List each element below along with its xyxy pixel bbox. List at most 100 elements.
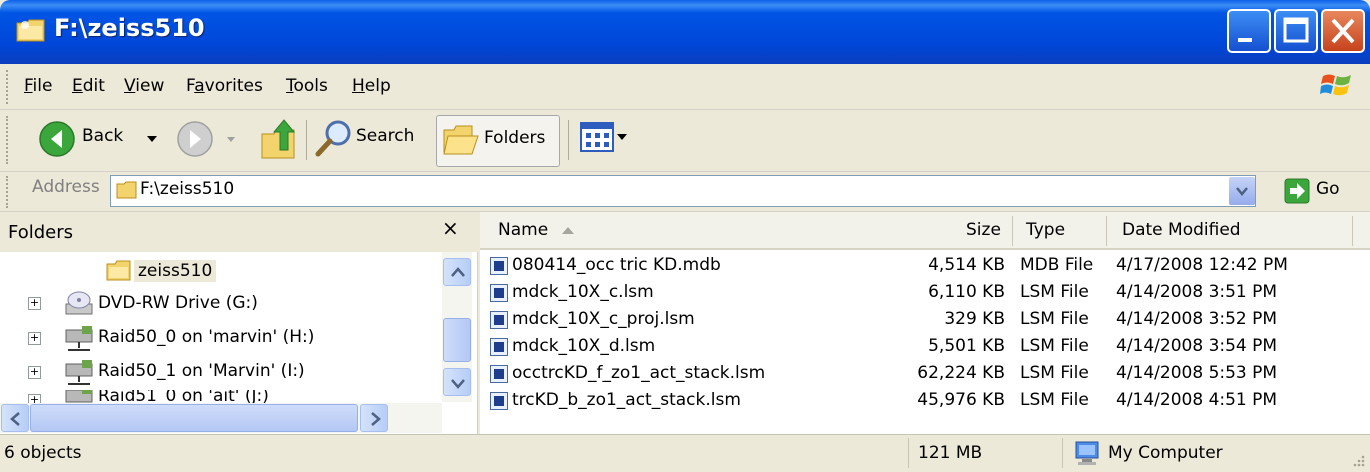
status-object-count: 6 objects (4, 443, 82, 463)
tree-item-raid51-0[interactable]: Raid51_0 on 'ait' (J:) (98, 390, 269, 403)
search-button-label[interactable]: Search (356, 126, 414, 146)
toolbar-separator (568, 120, 569, 160)
file-date: 4/14/2008 4:51 PM (1116, 390, 1278, 410)
horizontal-scroll-thumb[interactable] (30, 404, 358, 432)
tree-item-zeiss510[interactable]: zeiss510 (134, 260, 217, 282)
chevron-left-icon (10, 412, 20, 426)
tree-expand-toggle[interactable]: + (28, 394, 41, 403)
minimize-icon (1238, 38, 1252, 42)
folders-icon (443, 125, 479, 155)
tree-expand-toggle[interactable]: + (28, 366, 41, 379)
menu-file[interactable]: File (24, 76, 52, 96)
file-name: mdck_10X_c_proj.lsm (512, 309, 695, 329)
file-date: 4/14/2008 5:53 PM (1116, 363, 1278, 383)
column-header-size[interactable]: Size (966, 220, 1001, 240)
chevron-down-icon[interactable] (616, 132, 628, 142)
back-arrow-icon[interactable] (38, 120, 76, 158)
menu-tools[interactable]: Tools (286, 76, 328, 96)
column-header-type[interactable]: Type (1026, 220, 1065, 240)
file-icon (490, 284, 508, 302)
go-arrow-icon[interactable] (1284, 178, 1310, 204)
network-drive-icon (65, 326, 93, 351)
file-icon (490, 311, 508, 329)
file-name: mdck_10X_d.lsm (512, 336, 656, 356)
file-row[interactable]: occtrcKD_f_zo1_act_stack.lsm 62,224 KB L… (490, 363, 1360, 390)
sort-ascending-icon (561, 227, 574, 234)
tree-item-dvd-drive[interactable]: DVD-RW Drive (G:) (98, 293, 258, 313)
chevron-down-icon[interactable] (146, 134, 158, 144)
file-size: 45,976 KB (917, 390, 1005, 410)
folders-pane-title: Folders (8, 222, 74, 243)
search-icon[interactable] (314, 118, 354, 160)
windows-logo-icon (1320, 74, 1351, 96)
back-button-label[interactable]: Back (82, 126, 123, 146)
folder-icon (106, 260, 131, 281)
file-row[interactable]: mdck_10X_d.lsm 5,501 KB LSM File 4/14/20… (490, 336, 1360, 363)
scroll-up-button[interactable] (443, 258, 471, 286)
menu-grip (6, 70, 9, 104)
address-label: Address (32, 177, 100, 197)
folder-icon (16, 19, 45, 42)
file-name: mdck_10X_c.lsm (512, 282, 654, 302)
menu-edit[interactable]: Edit (72, 76, 105, 96)
chevron-down-icon[interactable] (226, 136, 236, 144)
file-date: 4/14/2008 3:54 PM (1116, 336, 1278, 356)
maximize-button[interactable] (1274, 9, 1318, 53)
column-separator[interactable] (1352, 216, 1353, 246)
column-header-date-modified[interactable]: Date Modified (1122, 220, 1241, 240)
chevron-down-icon (1236, 187, 1248, 196)
address-value[interactable]: F:\zeiss510 (140, 179, 234, 199)
address-grip (6, 176, 9, 208)
tree-item-raid50-0[interactable]: Raid50_0 on 'marvin' (H:) (98, 327, 314, 347)
network-drive-icon (65, 360, 93, 385)
file-size: 4,514 KB (928, 255, 1005, 275)
close-button[interactable] (1321, 9, 1365, 53)
folders-button-label: Folders (484, 128, 546, 148)
explorer-window: F:\zeiss510 File Edit View Favorites Too… (0, 0, 1370, 472)
scroll-right-button[interactable] (360, 404, 388, 432)
file-type: LSM File (1020, 309, 1089, 329)
file-icon (490, 257, 508, 275)
folders-pane-close-button[interactable]: × (442, 216, 459, 240)
file-row[interactable]: mdck_10X_c.lsm 6,110 KB LSM File 4/14/20… (490, 282, 1360, 309)
minimize-button[interactable] (1227, 9, 1271, 53)
file-date: 4/14/2008 3:51 PM (1116, 282, 1278, 302)
column-header-name[interactable]: Name (498, 220, 576, 240)
tree-expand-toggle[interactable]: + (28, 297, 41, 310)
chevron-up-icon (451, 267, 465, 277)
file-icon (490, 392, 508, 410)
network-drive-icon (65, 390, 93, 403)
title-bar[interactable] (0, 0, 1370, 64)
address-input[interactable] (110, 175, 1256, 207)
file-row[interactable]: mdck_10X_c_proj.lsm 329 KB LSM File 4/14… (490, 309, 1360, 336)
file-row[interactable]: 080414_occ tric KD.mdb 4,514 KB MDB File… (490, 255, 1360, 282)
tree-expand-toggle[interactable]: + (28, 332, 41, 345)
folder-icon (116, 181, 137, 199)
views-icon[interactable] (580, 122, 614, 152)
address-dropdown-button[interactable] (1229, 177, 1255, 205)
file-name: occtrcKD_f_zo1_act_stack.lsm (512, 363, 766, 383)
scroll-down-button[interactable] (443, 368, 471, 396)
column-separator[interactable] (1012, 216, 1013, 246)
my-computer-icon (1075, 441, 1099, 465)
file-type: LSM File (1020, 363, 1089, 383)
file-row[interactable]: trcKD_b_zo1_act_stack.lsm 45,976 KB LSM … (490, 390, 1360, 417)
go-button-label[interactable]: Go (1316, 179, 1340, 199)
window-title: F:\zeiss510 (54, 14, 205, 42)
menu-help[interactable]: Help (352, 76, 391, 96)
resize-grip-icon[interactable] (1350, 452, 1366, 468)
scroll-thumb[interactable] (443, 318, 471, 362)
forward-arrow-icon[interactable] (176, 120, 214, 158)
up-folder-icon[interactable] (260, 118, 298, 160)
file-name: 080414_occ tric KD.mdb (512, 255, 721, 275)
dvd-drive-icon (65, 291, 93, 315)
menu-view[interactable]: View (124, 76, 164, 96)
file-type: MDB File (1020, 255, 1094, 275)
file-date: 4/17/2008 12:42 PM (1116, 255, 1288, 275)
menu-favorites[interactable]: Favorites (186, 76, 263, 96)
file-icon (490, 365, 508, 383)
file-type: LSM File (1020, 390, 1089, 410)
column-separator[interactable] (1106, 216, 1107, 246)
scroll-left-button[interactable] (1, 404, 29, 432)
tree-item-raid50-1[interactable]: Raid50_1 on 'Marvin' (I:) (98, 361, 305, 381)
